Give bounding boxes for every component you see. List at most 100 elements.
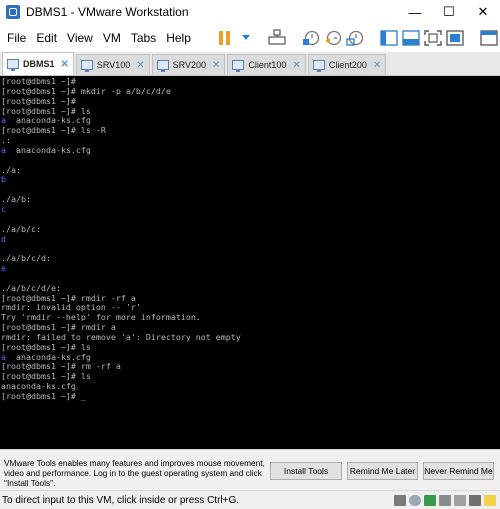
directory-name: c (1, 203, 6, 214)
terminal-text: ./a/b/c/d: (1, 253, 51, 264)
fullscreen-icon[interactable] (424, 27, 442, 49)
directory-name: d (1, 233, 6, 244)
terminal-line: b (1, 175, 500, 185)
terminal-text: [root@dbms1 ~]# ls (1, 105, 91, 116)
terminal-text: [root@dbms1 ~]# (1, 76, 76, 86)
title-bar: DBMS1 - VMware Workstation — ☐ ✕ (0, 0, 500, 24)
tab-label: Client100 (248, 60, 287, 70)
install-tools-button[interactable]: Install Tools (270, 462, 342, 480)
vm-icon (80, 60, 93, 72)
terminal-text: ./a/b/c: (1, 223, 41, 234)
terminal-text: Try 'rmdir --help' for more information. (1, 312, 201, 323)
terminal-text: anaconda-ks.cfg (6, 351, 91, 362)
close-tab-icon[interactable]: ✕ (292, 60, 300, 71)
terminal-text: [root@dbms1 ~]# rmdir -rf a (1, 292, 136, 303)
send-keys-icon[interactable] (268, 27, 286, 49)
terminal-line: ./a/b/c/d: (1, 253, 500, 264)
hdd-icon[interactable] (394, 494, 406, 506)
directory-name: e (1, 263, 6, 274)
console-view-icon[interactable] (402, 27, 420, 49)
thumbnail-icon[interactable] (480, 27, 498, 49)
vm-tab-bar: DBMS1 ✕ SRV100 ✕ SRV200 ✕ Client100 ✕ Cl… (0, 52, 500, 76)
close-tab-icon[interactable]: ✕ (212, 60, 220, 71)
library-icon[interactable] (380, 27, 398, 49)
terminal-line: c (1, 203, 500, 215)
notification-message: VMware Tools enables many features and i… (4, 458, 265, 488)
terminal-line: [root@dbms1 ~]# _ (1, 391, 500, 402)
menu-file[interactable]: File (2, 28, 31, 48)
minimize-button[interactable]: — (398, 0, 432, 24)
pause-icon[interactable] (214, 27, 236, 49)
network-icon[interactable] (424, 494, 436, 506)
tab-dbms1[interactable]: DBMS1 ✕ (2, 52, 74, 75)
terminal-output: [root@dbms1 ~]# [root@dbms1 ~]# mkdir -p … (0, 76, 500, 402)
vm-icon (7, 59, 19, 71)
tab-client200[interactable]: Client200 ✕ (307, 54, 387, 75)
terminal-text: anaconda-ks.cfg (6, 144, 91, 155)
snapshot-icon[interactable] (302, 27, 320, 49)
terminal-text: rmdir: failed to remove 'a': Directory n… (1, 331, 241, 342)
terminal-text: ./a: (1, 164, 21, 175)
terminal-text: [root@dbms1 ~]# ls (1, 371, 91, 382)
never-remind-me-button[interactable]: Never Remind Me (423, 462, 494, 480)
terminal-line: [root@dbms1 ~]# ls -R (1, 125, 500, 136)
close-tab-icon[interactable]: ✕ (61, 59, 69, 70)
tab-srv100[interactable]: SRV100 ✕ (75, 54, 150, 75)
cdrom-icon[interactable] (409, 494, 421, 506)
terminal-line: d (1, 233, 500, 245)
snapshot-manager-icon[interactable] (346, 27, 364, 49)
unity-icon[interactable] (446, 27, 464, 49)
vm-icon (156, 60, 169, 72)
close-tab-icon[interactable]: ✕ (373, 60, 381, 71)
terminal-line: ./a/b/c: (1, 223, 500, 235)
vmware-app-icon (6, 5, 20, 19)
terminal-line: ./a: (1, 164, 500, 176)
terminal-text: [root@dbms1 ~]# _ (1, 391, 86, 401)
terminal-text: [root@dbms1 ~]# rm -rf a (1, 361, 121, 372)
tab-client100[interactable]: Client100 ✕ (227, 54, 306, 75)
tab-label: DBMS1 (23, 59, 55, 69)
close-tab-icon[interactable]: ✕ (136, 60, 144, 71)
status-bar: To direct input to this VM, click inside… (0, 490, 500, 509)
terminal-text: [root@dbms1 ~]# ls -R (1, 125, 106, 136)
terminal-text: .: (1, 135, 11, 146)
tab-label: SRV100 (96, 60, 131, 70)
terminal-line: e (1, 263, 500, 274)
terminal-text: ./a/b: (1, 194, 31, 205)
tab-label: Client200 (328, 60, 367, 70)
dropdown-icon[interactable] (240, 27, 252, 49)
menu-edit[interactable]: Edit (31, 28, 62, 48)
menu-toolbar: File Edit View VM Tabs Help (0, 24, 500, 52)
terminal-text: anaconda-ks.cfg (1, 381, 76, 392)
menu-view[interactable]: View (62, 28, 98, 48)
terminal-text: rmdir: invalid option -- 'r' (1, 302, 141, 313)
terminal-text: anaconda-ks.cfg (6, 115, 91, 126)
menu-vm[interactable]: VM (98, 28, 126, 48)
terminal-text: [root@dbms1 ~]# ls (1, 341, 91, 352)
terminal-text: [root@dbms1 ~]# (1, 95, 76, 106)
vm-icon (312, 60, 325, 72)
menu-tabs[interactable]: Tabs (126, 28, 161, 48)
tab-label: SRV200 (172, 60, 207, 70)
usb-icon[interactable] (439, 494, 451, 506)
terminal-text: ./a/b/c/d/e: (1, 282, 61, 293)
terminal-line: a anaconda-ks.cfg (1, 144, 500, 156)
message-icon[interactable] (484, 494, 496, 506)
vm-icon (232, 60, 245, 72)
directory-name: b (1, 174, 6, 185)
tab-srv200[interactable]: SRV200 ✕ (151, 54, 226, 75)
menu-help[interactable]: Help (161, 28, 196, 48)
sound-icon[interactable] (469, 494, 481, 506)
terminal-line: ./a/b: (1, 194, 500, 205)
vm-console[interactable]: [root@dbms1 ~]# [root@dbms1 ~]# mkdir -p … (0, 76, 500, 449)
printer-icon[interactable] (454, 494, 466, 506)
maximize-button[interactable]: ☐ (432, 0, 466, 24)
remind-me-later-button[interactable]: Remind Me Later (347, 462, 418, 480)
revert-snapshot-icon[interactable] (324, 27, 342, 49)
close-button[interactable]: ✕ (466, 0, 500, 24)
terminal-text: [root@dbms1 ~]# mkdir -p a/b/c/d/e (1, 85, 171, 96)
